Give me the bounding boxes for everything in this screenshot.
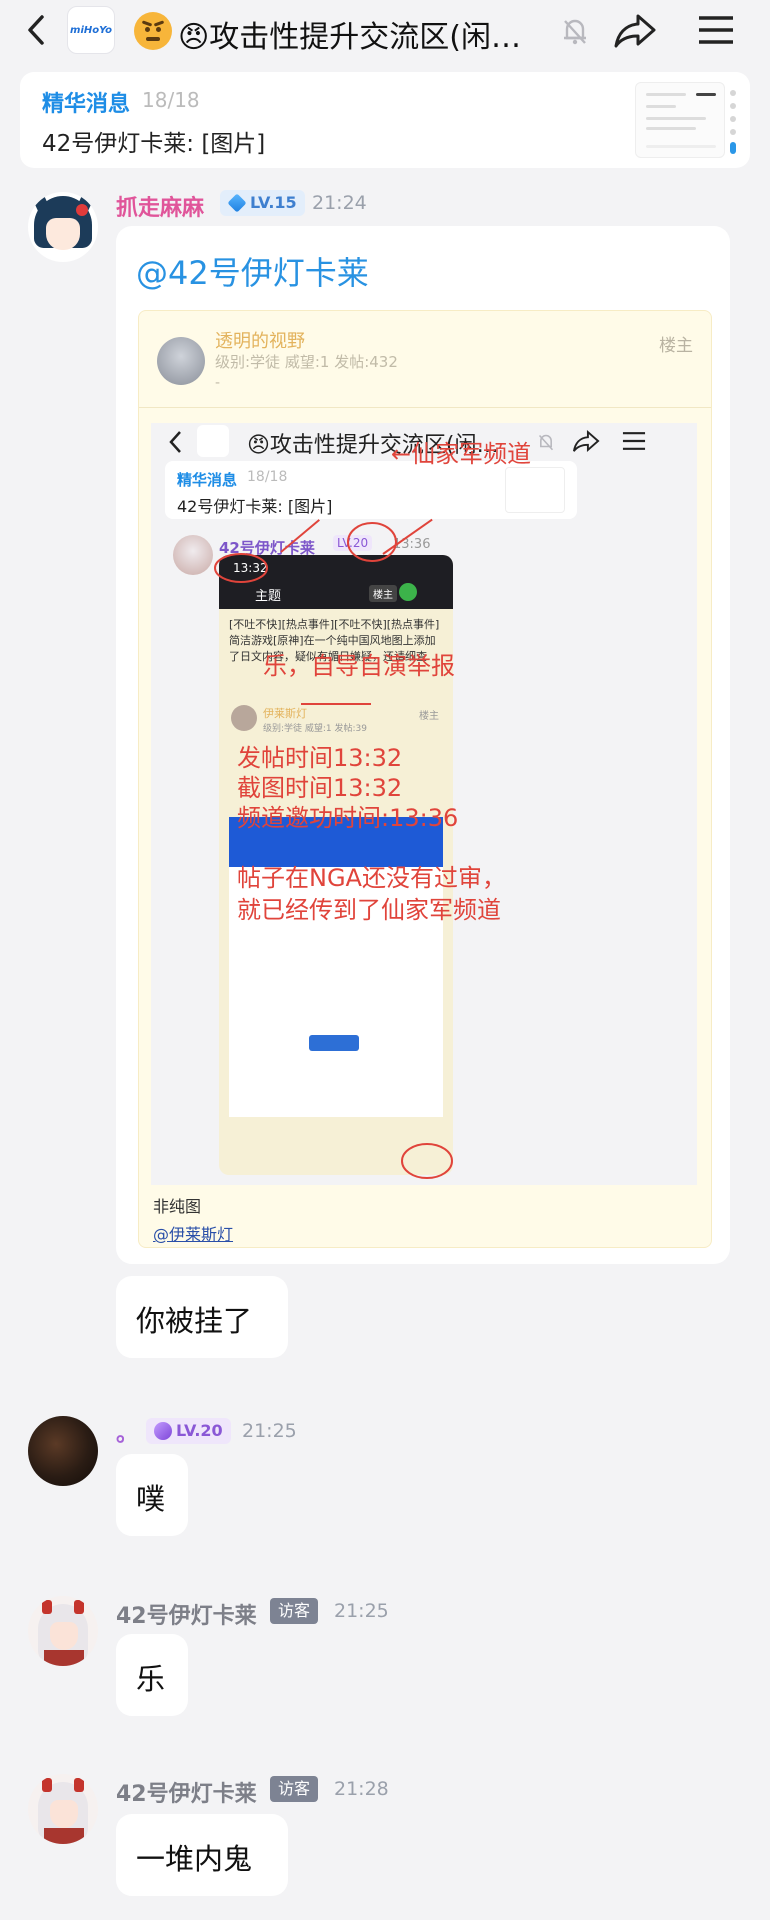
chat-header: miHoYo 😠攻击性提升交流区(闲… — [0, 0, 770, 62]
back-button[interactable] — [18, 12, 54, 48]
phone-user-meta: 级别:学徒 威望:1 发帖:39 — [263, 724, 367, 734]
mute-bell-button[interactable] — [558, 14, 592, 48]
annotation-channel-time: 频道邀功时间:13:36 — [237, 804, 459, 832]
level-badge: LV.15 — [220, 190, 305, 216]
annotation-circle — [214, 553, 268, 583]
hamburger-menu-icon — [622, 432, 646, 450]
post-author-name[interactable]: 透明的视野 — [215, 327, 305, 353]
message-text: 乐 — [136, 1662, 166, 1696]
level-text: LV.20 — [176, 1421, 223, 1440]
screenshot-image[interactable]: 😠攻击性提升交流区(闲… 精华消息 18/18 42号伊灯卡莱: [图片] 42… — [151, 423, 697, 1185]
app-logo — [197, 425, 229, 457]
guest-badge: 访客 — [270, 1776, 319, 1802]
mention-link[interactable]: @42号伊灯卡莱 — [136, 248, 369, 294]
essence-pager — [730, 90, 738, 156]
annotation-circle — [347, 522, 397, 562]
message-text: 一堆内鬼 — [136, 1842, 253, 1876]
message-time: 21:28 — [334, 1778, 389, 1800]
divider — [139, 407, 711, 408]
menu-button[interactable] — [696, 12, 736, 48]
sender-name[interactable]: 42号伊灯卡莱 — [116, 1776, 257, 1808]
message-text: 噗 — [136, 1482, 166, 1516]
phone-owner-tag: 楼主 — [369, 585, 397, 602]
phone-user-avatar — [231, 705, 257, 731]
post-author-avatar[interactable] — [157, 337, 205, 385]
message-time: 21:24 — [312, 192, 367, 214]
post-mention-link[interactable]: @伊莱斯灯 — [153, 1221, 233, 1245]
level-text: LV.15 — [250, 193, 297, 212]
hamburger-menu-icon — [699, 16, 733, 44]
essence-count: 18/18 — [142, 88, 200, 112]
chat-title[interactable]: 😠攻击性提升交流区(闲… — [178, 12, 548, 56]
phone-user-owner-tag: 楼主 — [419, 711, 439, 722]
screenshot-essence-thumb — [505, 467, 565, 513]
screenshot-essence-card: 精华消息 18/18 42号伊灯卡莱: [图片] — [165, 461, 577, 519]
screenshot-essence-label: 精华消息 — [177, 471, 238, 489]
avatar[interactable] — [28, 192, 98, 262]
guest-badge: 访客 — [270, 1598, 319, 1624]
chevron-left-icon — [28, 15, 44, 45]
phone-button — [309, 1035, 359, 1051]
bell-off-icon — [538, 434, 554, 451]
phone-user-name: 伊莱斯灯 — [263, 707, 307, 720]
avatar[interactable] — [28, 1596, 98, 1666]
message-time: 21:25 — [242, 1420, 297, 1442]
angry-face-icon — [134, 12, 172, 50]
app-logo[interactable]: miHoYo — [67, 6, 115, 54]
post-author-dash: - — [215, 375, 221, 391]
sender-name[interactable]: 42号伊灯卡莱 — [116, 1598, 257, 1630]
diamond-icon — [154, 1422, 172, 1440]
owner-tag: 楼主 — [659, 336, 693, 356]
message-time: 21:25 — [334, 1600, 389, 1622]
sender-name[interactable]: 。 — [116, 1416, 138, 1448]
avatar[interactable] — [28, 1416, 98, 1486]
essence-text: 42号伊灯卡莱: [图片] — [42, 131, 266, 157]
level-badge: LV.20 — [146, 1418, 231, 1444]
chevron-left-icon — [169, 431, 181, 453]
essence-message-card[interactable]: 精华消息 18/18 42号伊灯卡莱: [图片] — [20, 72, 750, 168]
screenshot-essence-count: 18/18 — [247, 469, 288, 485]
share-arrow-icon — [572, 429, 600, 453]
sender-name[interactable]: 抓走麻麻 — [116, 190, 204, 222]
annotation-leaked: 就已经传到了仙家军频道 — [237, 896, 501, 924]
annotation-post-time: 发帖时间13:32 — [237, 744, 403, 772]
screenshot-avatar — [173, 535, 213, 575]
forwarded-post-card[interactable]: 透明的视野 级别:学徒 威望:1 发帖:432 - 楼主 😠攻击性提升交流区(闲… — [138, 310, 712, 1248]
annotation-channel: ←仙家军频道 — [391, 440, 532, 468]
annotation-not-reviewed: 帖子在NGA还没有过审， — [237, 864, 506, 892]
post-author-meta: 级别:学徒 威望:1 发帖:432 — [215, 353, 398, 371]
bell-off-icon — [564, 19, 586, 45]
wechat-icon — [399, 583, 417, 601]
post-caption: 非纯图 — [153, 1197, 202, 1216]
avatar[interactable] — [28, 1774, 98, 1844]
essence-thumbnail[interactable] — [635, 82, 725, 158]
essence-label: 精华消息 — [42, 92, 131, 117]
annotation-arrow — [301, 703, 371, 705]
screenshot-essence-text: 42号伊灯卡莱: [图片] — [177, 497, 333, 516]
annotation-self-report: 乐，自导自演举报 — [263, 652, 455, 680]
annotation-capture-time: 截图时间13:32 — [237, 774, 403, 802]
phone-header: 主题 — [255, 589, 282, 604]
diamond-icon — [227, 193, 247, 213]
annotation-circle — [401, 1143, 453, 1179]
share-button[interactable] — [612, 8, 658, 52]
message-text: 你被挂了 — [136, 1304, 253, 1338]
share-arrow-icon — [614, 14, 656, 48]
